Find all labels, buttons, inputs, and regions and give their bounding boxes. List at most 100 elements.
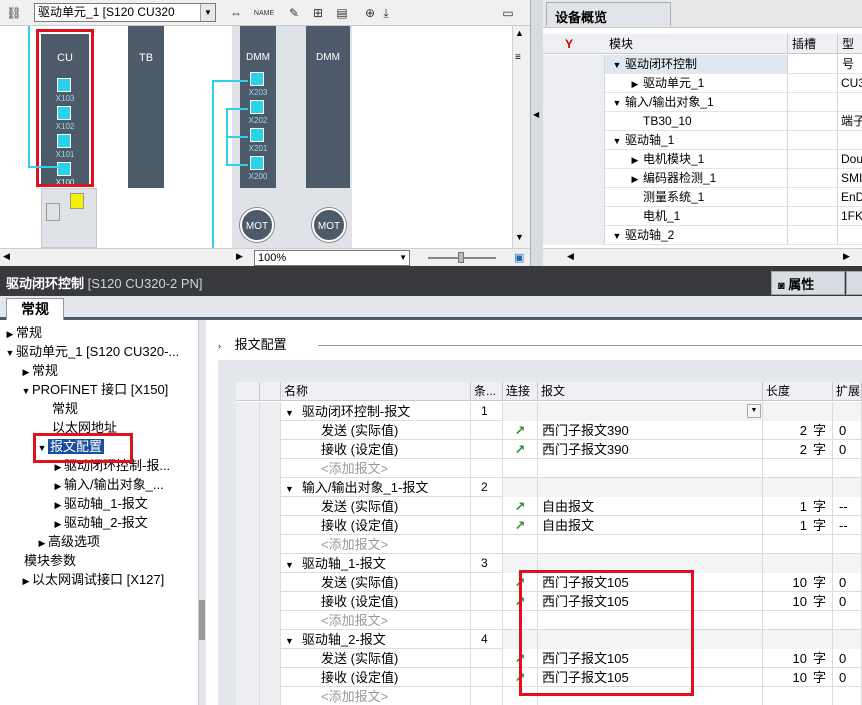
expand-icon[interactable]: ▶	[627, 170, 643, 188]
row-selector[interactable]	[236, 611, 260, 630]
device-selector[interactable]: 驱动单元_1 [S120 CU320 ▼	[34, 3, 216, 22]
overview-row[interactable]: TB30_10 端子	[543, 112, 862, 131]
port-x203[interactable]	[250, 72, 264, 86]
overview-row[interactable]: ▼ 输入/输出对象_1	[543, 93, 862, 112]
row-selector[interactable]	[236, 592, 260, 611]
overview-row[interactable]: ▼ 驱动轴_1	[543, 131, 862, 150]
add-telegram-row[interactable]: <添加报文>	[236, 535, 862, 554]
expanded-icon[interactable]: ▼	[285, 484, 294, 494]
zoom-select[interactable]: 100% ▼	[254, 250, 410, 266]
expand-icon[interactable]: ▼	[609, 56, 625, 74]
port-x201[interactable]	[250, 128, 264, 142]
chevron-right-icon[interactable]: ›	[218, 341, 221, 351]
column-header[interactable]: 连接	[503, 382, 538, 401]
menu-icon[interactable]: ≡	[515, 52, 521, 63]
expanded-icon[interactable]: ▼	[285, 560, 294, 570]
row-selector[interactable]	[236, 497, 260, 516]
tree-splitter[interactable]	[198, 320, 206, 705]
telegram-cell[interactable]: 自由报文	[538, 497, 763, 516]
telegram-cell[interactable]	[538, 402, 763, 421]
tree-item[interactable]: 常规	[52, 399, 78, 418]
telegram-group-row[interactable]: ▼ 驱动闭环控制-报文 1	[236, 402, 862, 421]
scroll-left-icon[interactable]: ◀	[3, 251, 10, 262]
row-selector[interactable]	[236, 402, 260, 421]
port-x202[interactable]	[250, 100, 264, 114]
page-icon[interactable]: ▤	[332, 3, 352, 23]
dmm-module-2[interactable]: DMM	[306, 26, 350, 188]
row-selector[interactable]	[236, 516, 260, 535]
telegram-cell[interactable]: 自由报文	[538, 516, 763, 535]
device-view-hscroll[interactable]: ◀ ▶ 100% ▼ ▣	[0, 248, 530, 266]
column-header[interactable]: 模块	[605, 34, 633, 54]
tree-item[interactable]: ▶ 高级选项	[36, 532, 100, 551]
tab-properties[interactable]: ◙ 属性	[771, 271, 845, 295]
add-telegram-row[interactable]: <添加报文>	[236, 459, 862, 478]
chevron-down-icon[interactable]: ▼	[200, 4, 215, 21]
scroll-down-icon[interactable]: ▼	[515, 232, 524, 242]
expand-icon[interactable]: ▶	[627, 151, 643, 169]
expanded-icon[interactable]: ▼	[285, 636, 294, 646]
overview-icon[interactable]: ▣	[514, 251, 524, 264]
row-selector[interactable]	[236, 459, 260, 478]
scroll-right-icon[interactable]: ▶	[843, 251, 850, 262]
zoom-slider-handle[interactable]	[458, 252, 464, 263]
expanded-icon[interactable]: ▼	[285, 408, 294, 418]
table-row[interactable]: 接收 (设定值) ↗ 自由报文 1 字 --	[236, 516, 862, 535]
table-row[interactable]: 发送 (实际值) ↗ 西门子报文390 2 字 0	[236, 421, 862, 440]
fit-icon[interactable]: ⇔	[226, 3, 246, 23]
overview-hscroll[interactable]: ◀ ▶	[543, 248, 862, 266]
telegram-cell[interactable]: 西门子报文390	[538, 440, 763, 459]
overview-row[interactable]: ▶ 电机模块_1 Dou	[543, 150, 862, 169]
port-x200[interactable]	[250, 156, 264, 170]
column-header[interactable]: 长度	[763, 382, 833, 401]
telegram-cell[interactable]	[538, 459, 763, 478]
row-selector[interactable]	[236, 440, 260, 459]
tree-scrollbar[interactable]	[199, 600, 205, 640]
motor-1[interactable]: MOT	[240, 208, 274, 242]
window-icon[interactable]: ▭	[498, 3, 518, 23]
tree-item[interactable]: ▼ 驱动单元_1 [S120 CU320-...	[4, 342, 180, 363]
row-selector[interactable]	[236, 478, 260, 497]
expanded-icon[interactable]: ▼	[4, 344, 16, 363]
overview-collapse-bar[interactable]: ◀	[530, 0, 543, 266]
tree-item[interactable]: 模块参数	[20, 551, 76, 570]
motor-2[interactable]: MOT	[312, 208, 346, 242]
expand-icon[interactable]: ▼	[609, 94, 625, 112]
tree-item[interactable]: ▶ 驱动轴_1-报文	[52, 494, 148, 513]
device-canvas[interactable]: CU X103 X102 X101 X100 TB DMM X203 X202 …	[0, 26, 512, 248]
column-header[interactable]: 扩展	[833, 382, 862, 401]
telegram-cell[interactable]: 西门子报文390	[538, 421, 763, 440]
column-header[interactable]: 插槽	[787, 34, 816, 54]
grid-icon[interactable]: ⊞	[308, 3, 328, 23]
row-selector[interactable]	[236, 668, 260, 687]
table-row[interactable]: 发送 (实际值) ↗ 自由报文 1 字 --	[236, 497, 862, 516]
download-icon[interactable]: ⤓	[376, 3, 396, 23]
row-selector[interactable]	[236, 687, 260, 705]
overview-row[interactable]: ▼ 驱动闭环控制	[543, 55, 862, 74]
telegram-group-row[interactable]: ▼ 输入/输出对象_1-报文 2	[236, 478, 862, 497]
table-row[interactable]: 接收 (设定值) ↗ 西门子报文390 2 字 0	[236, 440, 862, 459]
column-header[interactable]: 名称	[281, 382, 471, 401]
expand-icon[interactable]: ▼	[609, 132, 625, 150]
tree-item[interactable]: ▶ 常规	[4, 323, 42, 342]
tree-item[interactable]: ▶ 输入/输出对象_...	[52, 475, 164, 494]
row-selector[interactable]	[236, 554, 260, 573]
collapsed-icon[interactable]: ▶	[20, 572, 32, 591]
row-selector[interactable]	[236, 573, 260, 592]
row-selector[interactable]	[236, 649, 260, 668]
expanded-icon[interactable]: ▼	[20, 382, 32, 401]
network-icon[interactable]: ⛓	[4, 3, 24, 23]
device-view-vscroll[interactable]: ▲ ≡ ▼	[512, 26, 530, 248]
overview-row[interactable]: ▶驱动单元_1 CU3	[543, 74, 862, 93]
tree-item[interactable]: ▼ PROFINET 接口 [X150]	[20, 380, 169, 401]
tree-item[interactable]: ▶ 以太网调试接口 [X127]	[20, 570, 165, 591]
pen-icon[interactable]: ✎	[284, 3, 304, 23]
row-selector[interactable]	[236, 535, 260, 554]
tb-module[interactable]: TB	[128, 26, 164, 188]
scroll-up-icon[interactable]: ▲	[515, 28, 524, 38]
filter-icon[interactable]: Y	[565, 34, 573, 54]
row-selector[interactable]	[236, 630, 260, 649]
telegram-cell[interactable]	[538, 535, 763, 554]
tab-general[interactable]: 常规	[6, 298, 64, 320]
telegram-cell[interactable]	[538, 478, 763, 497]
